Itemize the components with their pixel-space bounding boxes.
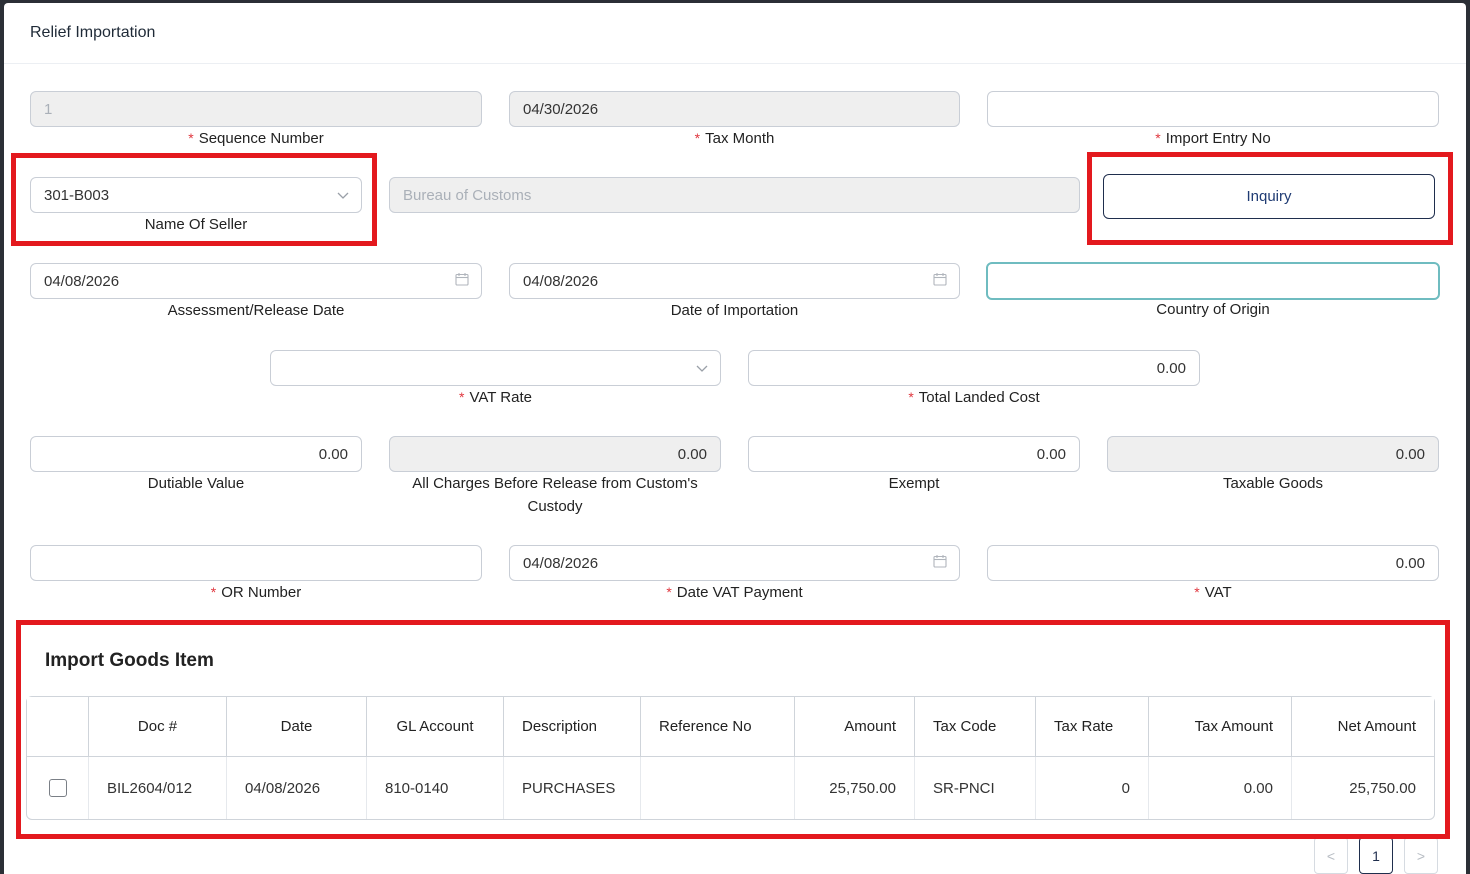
exempt-label: Exempt [888,475,940,492]
dutiable-value-label: Dutiable Value [147,475,245,492]
country-of-origin-label: Country of Origin [1156,301,1270,318]
assessment-release-date-label: Assessment/Release Date [167,302,345,319]
vat-rate-label: * VAT Rate [270,386,721,409]
required-marker: * [694,130,701,146]
sequence-number-value: 1 [44,100,53,118]
vat-value: 0.00 [1395,554,1425,572]
modal-header: Relief Importation [4,3,1466,64]
dutiable-value-value: 0.00 [318,445,348,463]
all-charges-input: 0.00 [389,436,721,472]
chevron-down-icon [696,360,708,377]
taxable-goods-value: 0.00 [1395,445,1425,463]
vat-label: * VAT [987,581,1439,604]
exempt-input[interactable]: 0.00 [748,436,1080,472]
pagination-next-button[interactable]: > [1404,837,1438,874]
seller-name-display: Bureau of Customs [389,177,1080,213]
required-marker: * [1155,130,1161,146]
calendar-icon [933,554,947,572]
highlight-box-name-of-seller [11,153,377,246]
taxable-goods-input: 0.00 [1107,436,1439,472]
date-vat-payment-input[interactable]: 04/08/2026 [509,545,960,581]
label-text: Date VAT Payment [676,584,803,601]
required-marker: * [188,130,194,146]
label-text: OR Number [221,584,302,601]
tax-month-value: 04/30/2026 [523,100,599,118]
exempt-value: 0.00 [1036,445,1066,463]
label-text: Sequence Number [198,130,324,147]
pagination-page-1[interactable]: 1 [1359,837,1393,874]
required-marker: * [1194,584,1200,600]
required-marker: * [908,389,914,405]
total-landed-cost-label: * Total Landed Cost [748,386,1200,409]
all-charges-value: 0.00 [677,445,707,463]
date-vat-payment-label: * Date VAT Payment [509,581,960,604]
all-charges-label: All Charges Before Release from Custom's… [412,475,698,515]
date-of-importation-label: Date of Importation [670,302,799,319]
highlight-box-import-goods [16,620,1450,839]
assessment-release-date-input[interactable]: 04/08/2026 [30,263,482,299]
or-number-input[interactable] [30,545,482,581]
tax-month-label: * Tax Month [509,127,960,150]
calendar-icon [933,272,947,290]
label-text: VAT [1204,584,1232,601]
vat-input[interactable]: 0.00 [987,545,1439,581]
country-of-origin-input[interactable] [986,262,1440,300]
sequence-number-input[interactable]: 1 [30,91,482,127]
highlight-box-inquiry [1087,152,1453,245]
taxable-goods-label: Taxable Goods [1222,475,1324,492]
total-landed-cost-input[interactable]: 0.00 [748,350,1200,386]
import-entry-no-label: * Import Entry No [987,127,1439,150]
modal-title: Relief Importation [30,24,156,41]
date-vat-payment-value: 04/08/2026 [523,554,599,572]
or-number-label: * OR Number [30,581,482,604]
vat-rate-select[interactable] [270,350,721,386]
sequence-number-label: * Sequence Number [30,127,482,150]
pagination-prev-button[interactable]: < [1314,837,1348,874]
label-text: Import Entry No [1165,130,1271,147]
calendar-icon [455,272,469,290]
label-text: Tax Month [705,130,775,147]
seller-name-placeholder: Bureau of Customs [403,186,532,204]
import-entry-no-input[interactable] [987,91,1439,127]
date-of-importation-input[interactable]: 04/08/2026 [509,263,960,299]
label-text: VAT Rate [469,389,532,406]
label-text: Total Landed Cost [918,389,1040,406]
dutiable-value-input[interactable]: 0.00 [30,436,362,472]
date-of-importation-value: 04/08/2026 [523,272,599,290]
total-landed-cost-value: 0.00 [1156,359,1186,377]
assessment-release-date-value: 04/08/2026 [44,272,120,290]
required-marker: * [666,584,672,600]
tax-month-input[interactable]: 04/30/2026 [509,91,960,127]
required-marker: * [459,389,465,405]
required-marker: * [210,584,217,600]
